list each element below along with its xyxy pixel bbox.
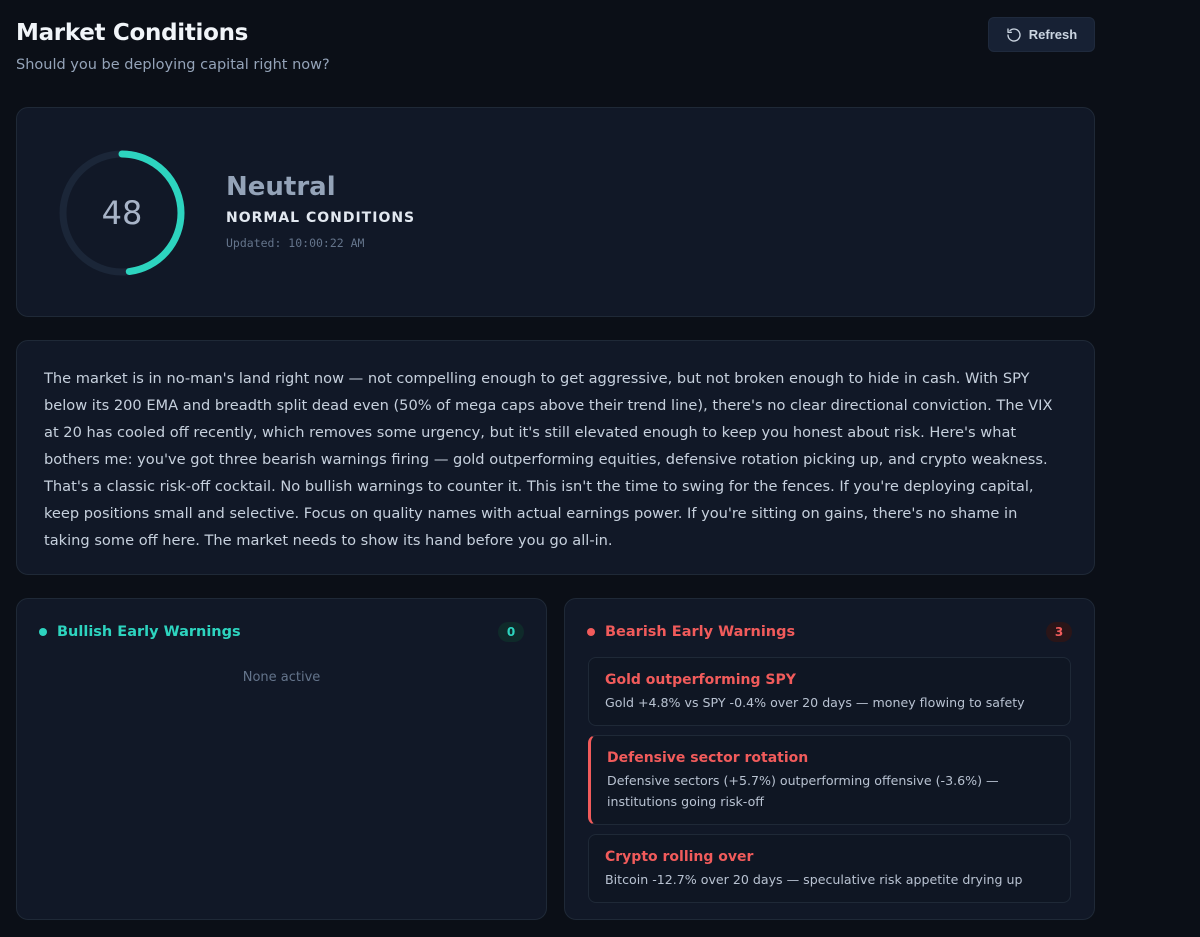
score-value: 48: [101, 194, 143, 232]
bearish-count-badge: 3: [1046, 622, 1072, 642]
condition-label: NORMAL CONDITIONS: [226, 210, 416, 226]
warning-description: Defensive sectors (+5.7%) outperforming …: [607, 773, 999, 809]
page-subtitle: Should you be deploying capital right no…: [16, 57, 330, 73]
bearish-warnings-title: Bearish Early Warnings: [605, 624, 796, 640]
warning-title: Gold outperforming SPY: [605, 672, 796, 688]
status-block: Neutral NORMAL CONDITIONS Updated: 10:00…: [226, 172, 415, 250]
warning-title: Defensive sector rotation: [607, 750, 809, 766]
warning-item-defensive[interactable]: Defensive sector rotation Defensive sect…: [588, 735, 1071, 825]
refresh-label: Refresh: [1028, 27, 1078, 42]
page-title: Market Conditions: [16, 20, 249, 46]
warning-item-gold[interactable]: Gold outperforming SPY Gold +4.8% vs SPY…: [588, 657, 1071, 726]
bullish-empty-state: None active: [242, 670, 321, 685]
bullish-warnings-header: Bullish Early Warnings 0: [39, 621, 524, 643]
updated-timestamp: Updated: 10:00:22 AM: [226, 236, 365, 250]
status-label: Neutral: [226, 172, 336, 202]
summary-card: The market is in no-man's land right now…: [16, 340, 1095, 575]
bullish-dot-icon: [39, 628, 47, 636]
bullish-warnings-card: Bullish Early Warnings 0 None active: [16, 598, 547, 920]
warning-description: Gold +4.8% vs SPY -0.4% over 20 days — m…: [605, 695, 1025, 710]
market-conditions-page: Market Conditions Should you be deployin…: [0, 0, 1200, 937]
bullish-count-badge: 0: [498, 622, 524, 642]
bullish-warnings-title: Bullish Early Warnings: [57, 624, 241, 640]
bearish-warnings-card: Bearish Early Warnings 3 Gold outperform…: [564, 598, 1095, 920]
bearish-warnings-list: Gold outperforming SPY Gold +4.8% vs SPY…: [588, 657, 1071, 912]
bearish-warnings-header: Bearish Early Warnings 3: [587, 621, 1072, 643]
warning-item-crypto[interactable]: Crypto rolling over Bitcoin -12.7% over …: [588, 834, 1071, 903]
score-card: 48 Neutral NORMAL CONDITIONS Updated: 10…: [16, 107, 1095, 317]
summary-text: The market is in no-man's land right now…: [44, 370, 1053, 549]
refresh-button[interactable]: Refresh: [988, 17, 1095, 52]
bearish-dot-icon: [587, 628, 595, 636]
page-header: Market Conditions Should you be deployin…: [16, 17, 1095, 78]
warning-title: Crypto rolling over: [605, 849, 754, 865]
refresh-icon: [1007, 27, 1021, 42]
warning-description: Bitcoin -12.7% over 20 days — speculativ…: [605, 872, 1023, 887]
